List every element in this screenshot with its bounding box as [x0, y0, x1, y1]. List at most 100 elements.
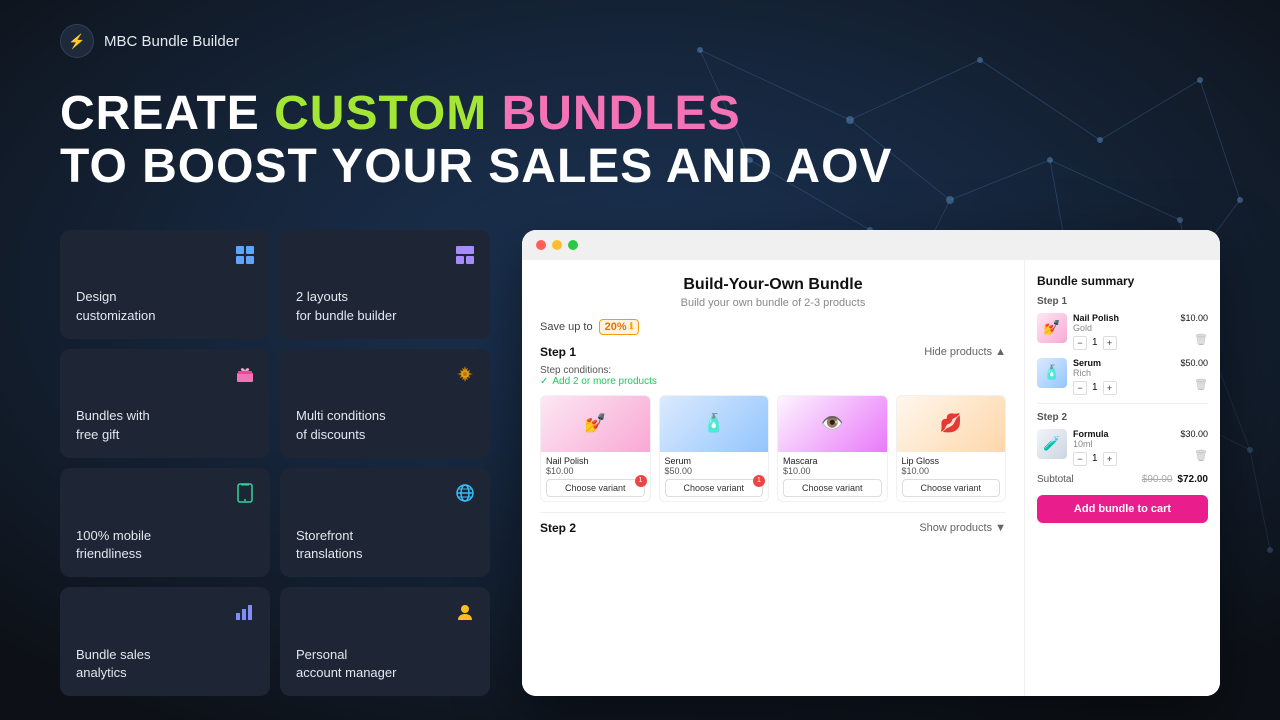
- feature-label-layouts: 2 layoutsfor bundle builder: [296, 288, 474, 324]
- mobile-icon: [232, 480, 258, 506]
- serum-delete-icon[interactable]: 🗑: [1194, 378, 1208, 391]
- chart-icon: [232, 599, 258, 625]
- feature-card-layouts: 2 layoutsfor bundle builder: [280, 230, 490, 339]
- nail-polish-qty-decrease[interactable]: −: [1073, 336, 1087, 350]
- subtotal-prices: $90.00 $72.00: [1142, 474, 1208, 485]
- step2-label: Step 2: [540, 521, 576, 535]
- mascara-info: Mascara $10.00 Choose variant: [778, 452, 887, 501]
- feature-card-free-gift: Bundles withfree gift: [60, 349, 270, 458]
- summary-formula-name: Formula: [1073, 429, 1109, 439]
- condition-green: ✓ Add 2 or more products: [540, 376, 1006, 387]
- mascara-name: Mascara: [783, 456, 882, 466]
- summary-serum-image: 🧴: [1037, 358, 1067, 388]
- lip-gloss-name: Lip Gloss: [902, 456, 1001, 466]
- summary-item-nail-polish: 💅 Nail Polish Gold $10.00 −: [1037, 313, 1208, 350]
- summary-nail-polish-price: $10.00: [1180, 313, 1208, 323]
- mascara-price: $10.00: [783, 466, 882, 476]
- subtotal-original: $90.00: [1142, 474, 1173, 485]
- feature-label-conditions: Multi conditionsof discounts: [296, 407, 474, 443]
- serum-qty-increase[interactable]: +: [1103, 381, 1117, 395]
- summary-title: Bundle summary: [1037, 274, 1208, 288]
- summary-serum-variant: Rich: [1073, 368, 1101, 378]
- chevron-down-icon: ▼: [995, 522, 1006, 534]
- formula-qty-control: − 1 +: [1073, 452, 1208, 466]
- hide-products-label: Hide products: [924, 346, 992, 358]
- serum-choose-btn[interactable]: Choose variant: [665, 479, 764, 497]
- feature-label-free-gift: Bundles withfree gift: [76, 407, 254, 443]
- app-logo-name: MBC Bundle Builder: [104, 33, 239, 50]
- hero-line2: TO BOOST YOUR SALES AND AOV: [60, 141, 1220, 194]
- feature-card-mobile: 100% mobilefriendliness: [60, 468, 270, 577]
- nail-polish-qty: 1: [1092, 337, 1098, 348]
- formula-qty: 1: [1092, 453, 1098, 464]
- serum-qty-control: − 1 +: [1073, 381, 1208, 395]
- summary-formula-image: 🧪: [1037, 429, 1067, 459]
- formula-delete-icon[interactable]: 🗑: [1194, 449, 1208, 462]
- globe-icon: [452, 480, 478, 506]
- products-grid: 💅 Nail Polish $10.00 Choose variant 🧴 Se…: [540, 395, 1006, 502]
- subtotal-label: Subtotal: [1037, 474, 1074, 485]
- hero-section: CREATE CUSTOM BUNDLES TO BOOST YOUR SALE…: [60, 88, 1220, 194]
- chevron-up-icon: ▲: [995, 346, 1006, 358]
- step2-header: Step 2 Show products ▼: [540, 512, 1006, 535]
- product-card-mascara: 👁️ Mascara $10.00 Choose variant: [777, 395, 888, 502]
- info-icon: ℹ: [630, 321, 633, 332]
- main-layout: Designcustomization 2 layoutsfor bundle …: [60, 230, 1220, 696]
- show-products-label: Show products: [919, 522, 992, 534]
- mascara-choose-btn[interactable]: Choose variant: [783, 479, 882, 497]
- gift-icon: [232, 361, 258, 387]
- gear-icon: [452, 361, 478, 387]
- nail-polish-qty-increase[interactable]: +: [1103, 336, 1117, 350]
- feature-card-account-manager: Personalaccount manager: [280, 587, 490, 696]
- nail-polish-info: Nail Polish $10.00 Choose variant: [541, 452, 650, 501]
- lip-gloss-price: $10.00: [902, 466, 1001, 476]
- formula-qty-increase[interactable]: +: [1103, 452, 1117, 466]
- formula-qty-decrease[interactable]: −: [1073, 452, 1087, 466]
- browser-bar: [522, 230, 1220, 260]
- lip-gloss-info: Lip Gloss $10.00 Choose variant: [897, 452, 1006, 501]
- browser-dot-green: [568, 240, 578, 250]
- nail-polish-name: Nail Polish: [546, 456, 645, 466]
- layout-icon: [452, 242, 478, 268]
- bundle-summary-panel: Bundle summary Step 1 💅 Nail Polish Gold: [1025, 260, 1220, 696]
- lip-gloss-choose-btn[interactable]: Choose variant: [902, 479, 1001, 497]
- lip-gloss-image: 💋: [897, 396, 1006, 452]
- summary-nail-polish-variant: Gold: [1073, 323, 1119, 333]
- summary-serum-price: $50.00: [1180, 358, 1208, 368]
- bundle-title: Build-Your-Own Bundle: [540, 276, 1006, 294]
- summary-formula-variant: 10ml: [1073, 439, 1109, 449]
- feature-label-account-manager: Personalaccount manager: [296, 646, 474, 682]
- summary-serum-name: Serum: [1073, 358, 1101, 368]
- nail-polish-delete-icon[interactable]: 🗑: [1194, 333, 1208, 346]
- hero-word-create: CREATE: [60, 87, 274, 140]
- browser-content: Build-Your-Own Bundle Build your own bun…: [522, 260, 1220, 696]
- save-percent: 20%: [605, 321, 627, 333]
- nail-polish-choose-btn[interactable]: Choose variant: [546, 479, 645, 497]
- show-products-btn[interactable]: Show products ▼: [919, 522, 1006, 534]
- bundle-main-panel: Build-Your-Own Bundle Build your own bun…: [522, 260, 1025, 696]
- hide-products-btn[interactable]: Hide products ▲: [924, 346, 1006, 358]
- product-card-lip-gloss: 💋 Lip Gloss $10.00 Choose variant: [896, 395, 1007, 502]
- product-card-nail-polish: 💅 Nail Polish $10.00 Choose variant: [540, 395, 651, 502]
- serum-qty-decrease[interactable]: −: [1073, 381, 1087, 395]
- summary-step1-label: Step 1: [1037, 296, 1208, 307]
- browser-dot-red: [536, 240, 546, 250]
- browser-dot-yellow: [552, 240, 562, 250]
- app-header: ⚡ MBC Bundle Builder: [60, 24, 1220, 58]
- summary-nail-polish-name: Nail Polish: [1073, 313, 1119, 323]
- step1-header: Step 1 Hide products ▲: [540, 345, 1006, 359]
- summary-serum-info: Serum Rich $50.00 − 1 +: [1073, 358, 1208, 395]
- summary-nail-polish-info: Nail Polish Gold $10.00 − 1 +: [1073, 313, 1208, 350]
- feature-card-design-customization: Designcustomization: [60, 230, 270, 339]
- serum-info: Serum $50.00 Choose variant: [660, 452, 769, 501]
- summary-formula-info: Formula 10ml $30.00 − 1 +: [1073, 429, 1208, 466]
- serum-image: 🧴: [660, 396, 769, 452]
- person-icon: [452, 599, 478, 625]
- save-text: Save up to: [540, 321, 593, 333]
- conditions-label: Step conditions:: [540, 365, 611, 376]
- summary-step2-label: Step 2: [1037, 412, 1208, 423]
- add-bundle-btn[interactable]: Add bundle to cart: [1037, 495, 1208, 523]
- check-icon: ✓: [540, 376, 548, 387]
- step1-label: Step 1: [540, 345, 576, 359]
- summary-item-serum: 🧴 Serum Rich $50.00 − 1: [1037, 358, 1208, 395]
